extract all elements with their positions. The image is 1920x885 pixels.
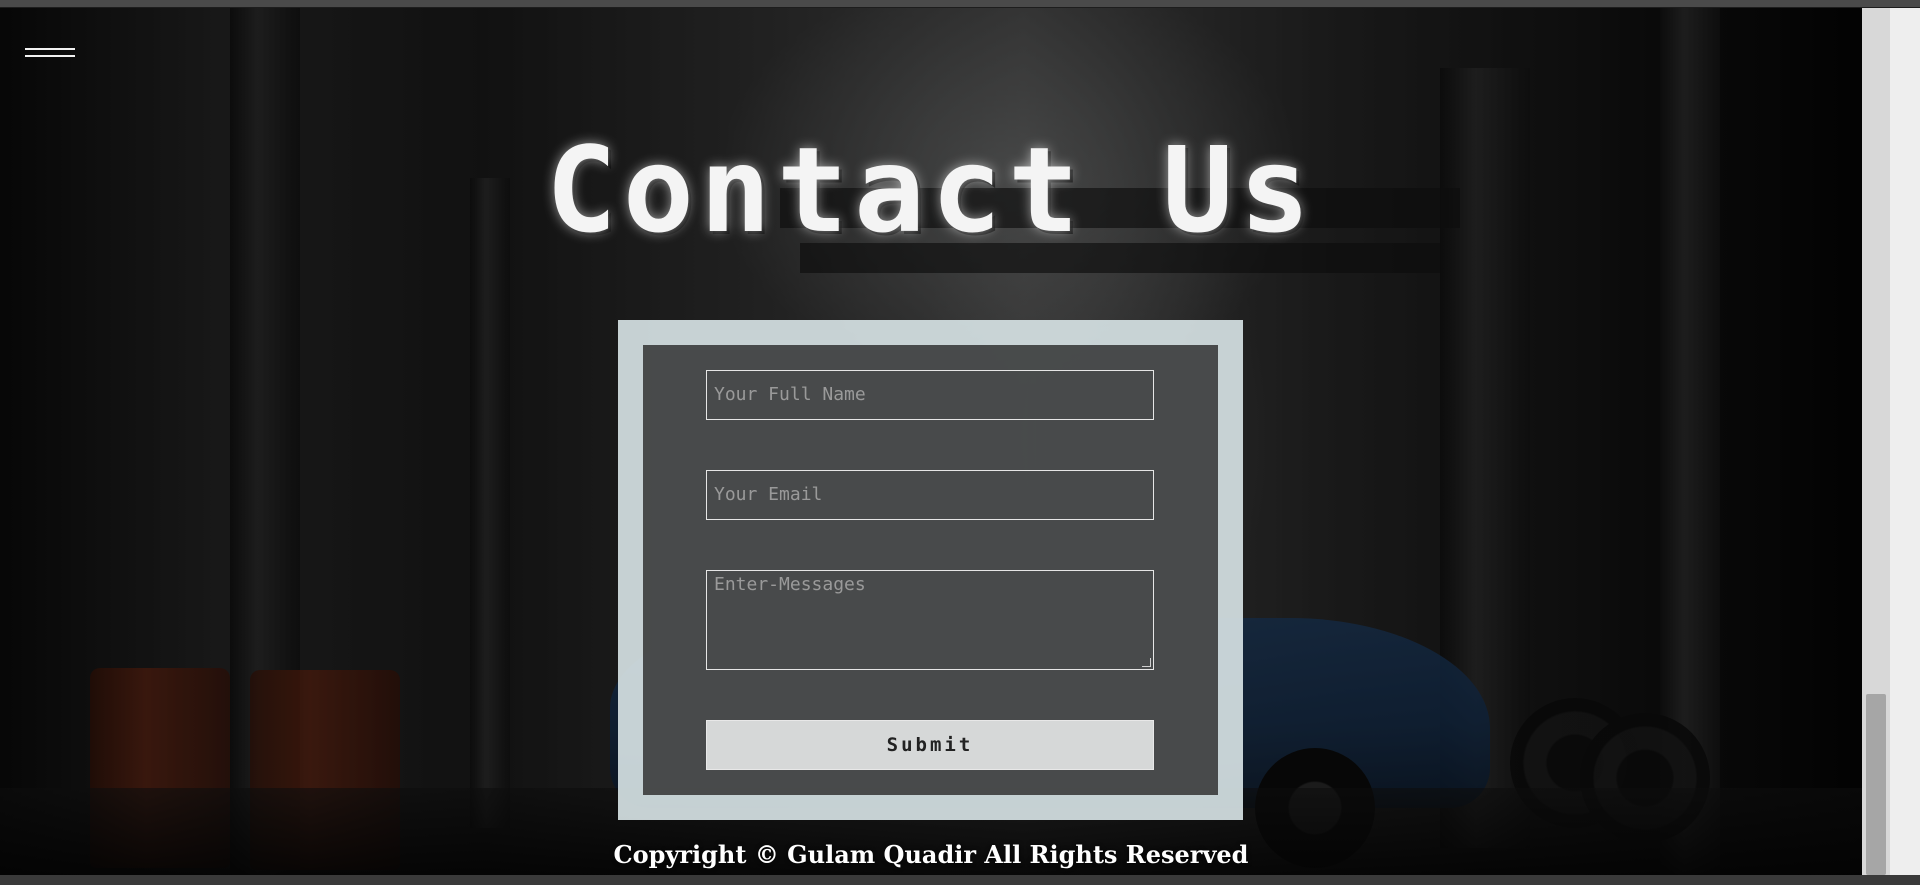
full-name-input[interactable]: Your Full Name	[706, 370, 1154, 420]
message-placeholder: Enter-Messages	[714, 574, 866, 595]
vertical-scrollbar-thumb[interactable]	[1866, 694, 1886, 875]
copyright-text: Copyright © Gulam Quadir All Rights Rese…	[613, 840, 1249, 869]
submit-button[interactable]: Submit	[706, 720, 1154, 770]
full-name-placeholder: Your Full Name	[714, 384, 866, 405]
email-input[interactable]: Your Email	[706, 470, 1154, 520]
browser-bottom-edge	[0, 875, 1920, 885]
browser-top-edge	[0, 0, 1920, 8]
menu-line-bottom	[25, 55, 75, 57]
email-placeholder: Your Email	[714, 484, 823, 505]
window-right-edge	[1890, 8, 1920, 875]
hamburger-menu-icon[interactable]	[25, 42, 75, 62]
message-textarea[interactable]: Enter-Messages	[706, 570, 1154, 670]
page-title: Contact Us	[545, 121, 1317, 260]
menu-line-top	[25, 48, 75, 50]
